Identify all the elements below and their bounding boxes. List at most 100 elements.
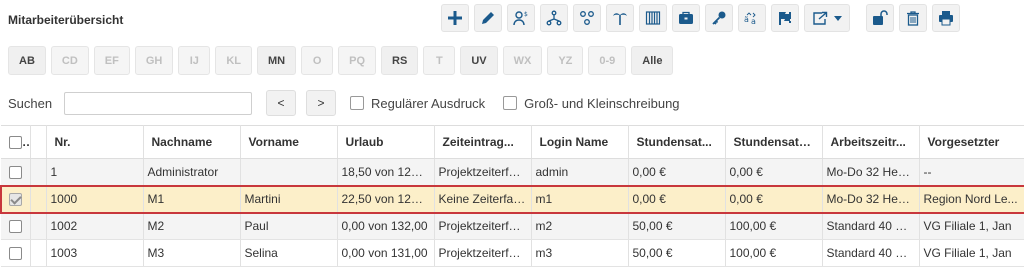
letter-filter-cd[interactable]: CD — [50, 46, 89, 75]
table-row[interactable]: 1003 M3 Selina 0,00 von 131,00 Projektzeiter… — [1, 239, 1024, 267]
letter-filter-ij[interactable]: IJ — [178, 46, 211, 75]
table-cell: 18,50 von 124,00 — [337, 158, 435, 186]
table-cell: Region Nord Le... — [919, 184, 1024, 214]
search-next-button[interactable]: > — [306, 90, 336, 116]
edit-button[interactable] — [474, 4, 502, 32]
letter-filter-ef[interactable]: EF — [93, 46, 130, 75]
regex-checkbox[interactable] — [350, 96, 364, 110]
column-header[interactable]: Stundensat... — [628, 125, 726, 159]
table-cell: VG Filiale 1, Jan — [919, 239, 1024, 267]
table-cell: Mo-Do 32 Hess... — [822, 184, 920, 214]
column-header[interactable]: Urlaub — [337, 125, 435, 159]
select-all-checkbox[interactable] — [9, 136, 22, 150]
letter-filter-rs[interactable]: RS — [381, 46, 419, 75]
row-select-cell[interactable] — [1, 158, 31, 186]
regex-option[interactable]: Regulärer Ausdruck — [350, 96, 485, 111]
user-cost-icon: $ — [513, 11, 528, 26]
row-checkbox[interactable] — [9, 193, 23, 207]
row-checkbox[interactable] — [8, 165, 22, 179]
letter-filter-kl[interactable]: KL — [215, 46, 253, 75]
row-checkbox[interactable] — [8, 220, 22, 234]
row-select-cell[interactable] — [1, 239, 31, 267]
table-cell: Projektzeiterfas... — [434, 239, 532, 267]
table-cell: 50,00 € — [628, 239, 726, 267]
add-button[interactable] — [441, 4, 469, 32]
row-select-cell[interactable] — [1, 212, 31, 240]
key-button[interactable] — [705, 4, 733, 32]
toolbox-icon — [679, 11, 693, 24]
letter-filter-pq[interactable]: PQ — [338, 46, 377, 75]
vacation-button[interactable] — [606, 4, 634, 32]
flag-alert-button[interactable] — [771, 4, 799, 32]
case-sensitive-option[interactable]: Groß- und Kleinschreibung — [503, 96, 680, 111]
org-tree-button[interactable] — [540, 4, 568, 32]
search-label: Suchen — [8, 95, 53, 111]
letter-filter-0-9[interactable]: 0-9 — [588, 46, 627, 75]
column-header[interactable]: Zeiteintrag... — [434, 125, 532, 159]
case-sensitive-checkbox[interactable] — [503, 96, 518, 110]
column-header[interactable]: Stundensatz... — [725, 125, 823, 159]
table-row[interactable]: 1002 M2 Paul 0,00 von 132,00 Projektzeiterfa… — [1, 212, 1024, 240]
table-cell: 1 — [46, 158, 144, 186]
export-icon — [813, 11, 828, 25]
table-row[interactable]: 1 Administrator 18,50 von 124,00 Projektzei… — [1, 158, 1024, 186]
search-input[interactable] — [64, 91, 252, 115]
letter-filter-ab[interactable]: AB — [8, 46, 46, 75]
column-header[interactable]: Nr. — [46, 125, 144, 159]
unlock-button[interactable] — [866, 4, 894, 32]
letter-filter-t[interactable]: T — [423, 46, 456, 75]
table-cell: 0,00 € — [725, 184, 823, 214]
delete-button[interactable] — [899, 4, 927, 32]
letter-filter-yz[interactable]: YZ — [547, 46, 584, 75]
column-header[interactable]: Vorname — [240, 125, 338, 159]
letter-filter-gh[interactable]: GH — [134, 46, 174, 75]
cluster-icon — [580, 11, 594, 25]
letter-filter-wx[interactable]: WX — [502, 46, 543, 75]
export-menu-button[interactable] — [804, 4, 850, 32]
select-all-header[interactable] — [1, 125, 31, 159]
print-button[interactable] — [932, 4, 960, 32]
table-row[interactable]: 1000 M1 Martini 22,50 von 129,50 Keine Zeite… — [0, 184, 1024, 214]
letter-filter-bar: AB CD EF GH IJ KL MN O PQ RS T UV WX YZ 0-9 Alle — [8, 46, 674, 75]
table-cell: Standard 40 He... — [822, 239, 920, 267]
unlock-icon — [873, 10, 888, 25]
translate-button[interactable]: äa — [738, 4, 766, 32]
column-header[interactable]: Vorgesetzter — [919, 125, 1024, 159]
row-select-cell[interactable] — [0, 184, 31, 214]
column-header[interactable]: Login Name — [531, 125, 629, 159]
search-prev-button[interactable]: < — [266, 90, 296, 116]
table-cell: M1 — [143, 184, 241, 214]
table-cell: Keine Zeiterfas... — [434, 184, 532, 214]
table-cell: 0,00 € — [725, 158, 823, 186]
table-cell: 1002 — [46, 212, 144, 240]
translate-icon: äa — [744, 12, 756, 26]
letter-filter-o[interactable]: O — [301, 46, 334, 75]
letter-filter-alle[interactable]: Alle — [631, 46, 674, 75]
column-header[interactable]: Arbeitszeitr... — [822, 125, 920, 159]
row-checkbox[interactable] — [8, 247, 22, 261]
trash-icon — [907, 11, 919, 26]
column-header[interactable]: Nachname — [143, 125, 241, 159]
svg-text:a: a — [751, 17, 756, 26]
svg-text:ä: ä — [744, 15, 749, 24]
table-cell: Selina — [240, 239, 338, 267]
table-cell: admin — [531, 158, 629, 186]
user-cost-button[interactable]: $ — [507, 4, 535, 32]
columns-button[interactable] — [639, 4, 667, 32]
print-icon — [939, 11, 953, 26]
letter-filter-mn[interactable]: MN — [257, 46, 297, 75]
table-cell: 0,00 € — [628, 158, 726, 186]
table-cell: Standard 40 Ös... — [822, 212, 920, 240]
table-cell: 0,00 von 132,00 — [337, 212, 435, 240]
cluster-button[interactable] — [573, 4, 601, 32]
row-spacer-cell — [30, 184, 47, 214]
toolbox-button[interactable] — [672, 4, 700, 32]
svg-text:$: $ — [524, 11, 528, 18]
table-cell: -- — [919, 158, 1024, 186]
table-cell: VG Filiale 1, Jan — [919, 212, 1024, 240]
table-cell: 0,00 von 131,00 — [337, 239, 435, 267]
letter-filter-uv[interactable]: UV — [460, 46, 498, 75]
row-spacer-cell — [30, 212, 47, 240]
table-cell: 50,00 € — [628, 212, 726, 240]
palm-tree-icon — [613, 13, 627, 25]
